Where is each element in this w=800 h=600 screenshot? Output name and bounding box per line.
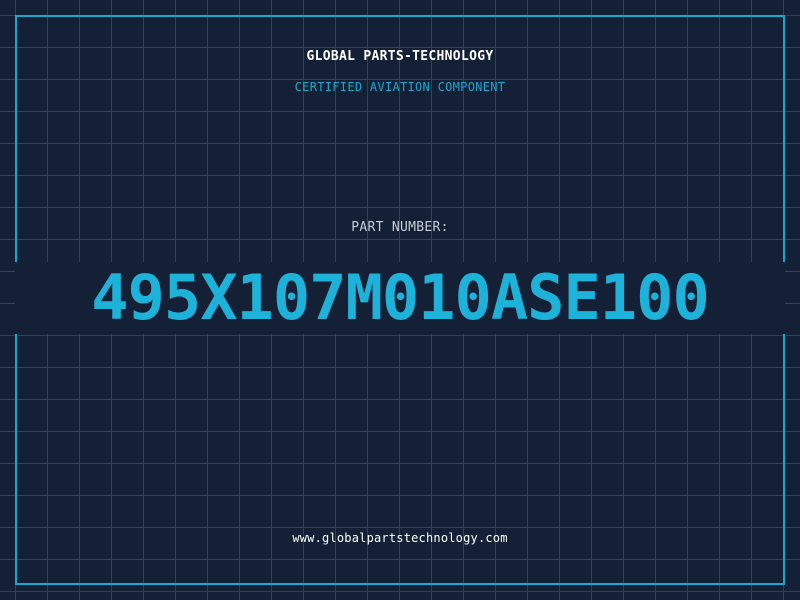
certification-subtitle: CERTIFIED AVIATION COMPONENT bbox=[294, 80, 506, 94]
company-name: GLOBAL PARTS-TECHNOLOGY bbox=[306, 49, 494, 64]
part-number-label: PART NUMBER: bbox=[351, 220, 449, 235]
part-number-card: GLOBAL PARTS-TECHNOLOGY CERTIFIED AVIATI… bbox=[0, 0, 800, 600]
part-number-value: 495X107M010ASE100 bbox=[91, 261, 710, 334]
website-url: www.globalpartstechnology.com bbox=[292, 531, 508, 545]
